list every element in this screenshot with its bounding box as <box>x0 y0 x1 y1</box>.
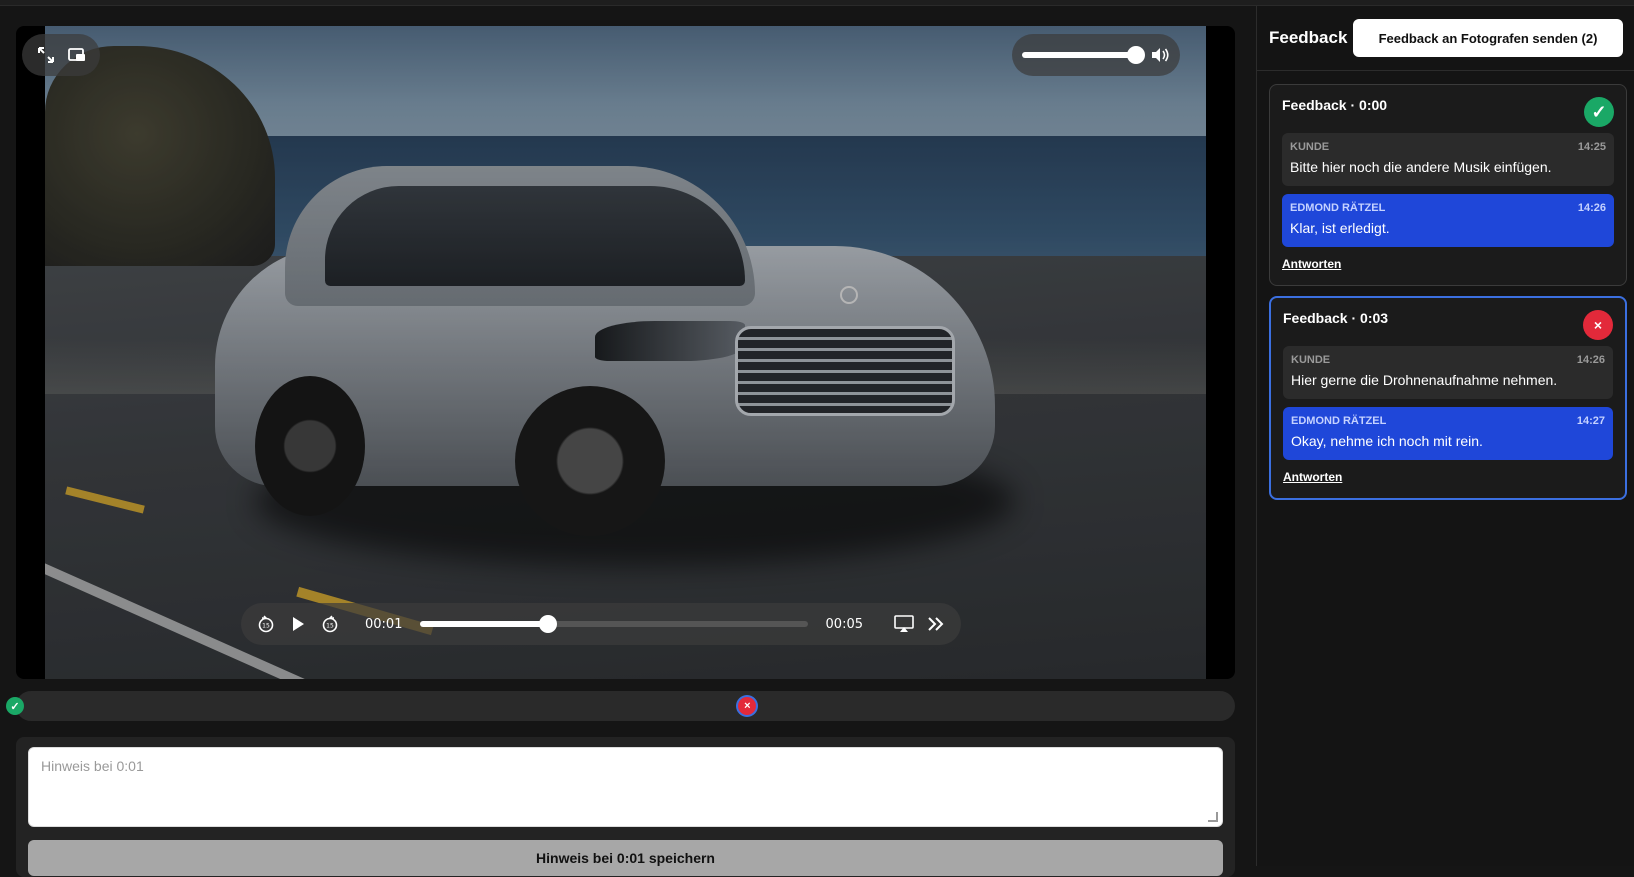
message-author: EDMOND RÄTZEL <box>1290 202 1386 214</box>
video-frame <box>45 26 1206 679</box>
message-author: KUNDE <box>1291 354 1331 366</box>
rejected-x-icon[interactable]: × <box>1583 310 1613 340</box>
message-time: 14:27 <box>1576 415 1605 427</box>
send-feedback-button[interactable]: Feedback an Fotografen senden (2) <box>1353 19 1623 57</box>
volume-slider-knob[interactable] <box>1127 46 1145 64</box>
resize-handle-icon[interactable] <box>1208 812 1218 822</box>
picture-in-picture-icon[interactable] <box>67 47 86 63</box>
current-time: 00:01 <box>365 616 403 632</box>
seek-bar[interactable] <box>420 615 808 633</box>
timeline-marker-rejected[interactable]: × <box>738 697 757 715</box>
photographer-message: EDMOND RÄTZEL 14:26 Klar, ist erledigt. <box>1282 194 1614 247</box>
svg-text:15: 15 <box>262 623 270 630</box>
note-panel: Hinweis bei 0:01 speichern <box>16 737 1235 877</box>
volume-icon[interactable] <box>1150 46 1170 64</box>
approved-check-icon[interactable]: ✓ <box>1584 97 1614 127</box>
rewind-15-icon[interactable]: 15 <box>255 613 277 635</box>
svg-text:15: 15 <box>326 623 334 630</box>
video-player[interactable]: 15 15 00:01 00:05 <box>16 26 1235 679</box>
timeline-marker-approved[interactable]: ✓ <box>6 697 24 715</box>
volume-slider[interactable] <box>1022 46 1145 64</box>
feedback-sidebar: Feedback Feedback an Fotografen senden (… <box>1256 6 1634 866</box>
sidebar-title: Feedback <box>1269 28 1348 47</box>
skip-forward-icon[interactable] <box>925 613 947 635</box>
playback-controls: 15 15 00:01 00:05 <box>241 603 961 645</box>
reply-link[interactable]: Antworten <box>1282 257 1341 271</box>
duration: 00:05 <box>825 616 863 632</box>
message-text: Hier gerne die Drohnenaufnahme nehmen. <box>1291 372 1558 388</box>
message-text: Klar, ist erledigt. <box>1290 220 1390 236</box>
expand-icon[interactable] <box>37 46 55 64</box>
save-note-button[interactable]: Hinweis bei 0:01 speichern <box>28 840 1223 876</box>
sidebar-header: Feedback Feedback an Fotografen senden (… <box>1257 6 1634 71</box>
message-time: 14:25 <box>1577 141 1606 153</box>
seek-bar-knob[interactable] <box>539 615 558 633</box>
seek-bar-progress <box>420 621 549 627</box>
feedback-card-title: Feedback · 0:00 <box>1282 97 1388 113</box>
customer-message: KUNDE 14:26 Hier gerne die Drohnenaufnahm… <box>1283 346 1613 399</box>
message-time: 14:26 <box>1576 354 1605 366</box>
play-icon[interactable] <box>287 613 309 635</box>
feedback-card-title: Feedback · 0:03 <box>1283 310 1389 326</box>
main-area: 15 15 00:01 00:05 ✓ × Hinweis bei 0:01 H… <box>0 6 1256 877</box>
photographer-message: EDMOND RÄTZEL 14:27 Okay, nehme ich noch … <box>1283 407 1613 460</box>
reply-link[interactable]: Antworten <box>1283 470 1342 484</box>
feedback-timeline[interactable]: ✓ × <box>6 691 1235 721</box>
feedback-card: Feedback · 0:03 × KUNDE 14:26 Hier gerne … <box>1269 296 1627 500</box>
message-author: EDMOND RÄTZEL <box>1291 415 1387 427</box>
airplay-icon[interactable] <box>893 613 915 635</box>
feedback-card: Feedback · 0:00 ✓ KUNDE 14:25 Bitte hier … <box>1269 84 1627 286</box>
volume-control <box>1012 34 1180 76</box>
view-controls <box>22 34 100 76</box>
note-textarea[interactable] <box>28 747 1223 827</box>
message-time: 14:26 <box>1577 202 1606 214</box>
message-text: Bitte hier noch die andere Musik einfüge… <box>1290 159 1552 175</box>
customer-message: KUNDE 14:25 Bitte hier noch die andere Mu… <box>1282 133 1614 186</box>
message-text: Okay, nehme ich noch mit rein. <box>1291 433 1483 449</box>
forward-15-icon[interactable]: 15 <box>319 613 341 635</box>
message-author: KUNDE <box>1290 141 1330 153</box>
